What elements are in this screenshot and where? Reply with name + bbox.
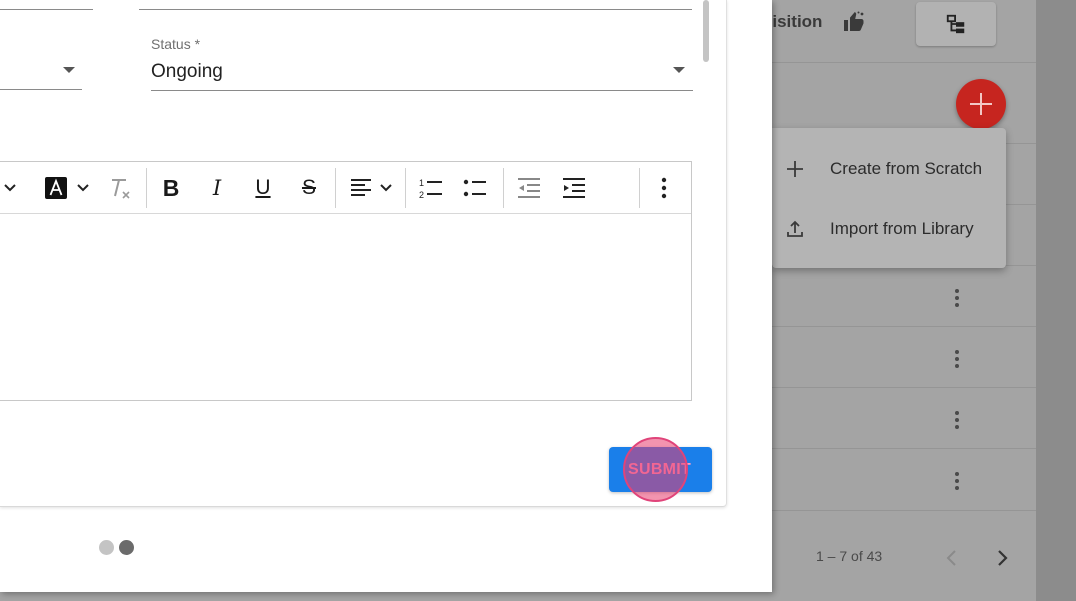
chevron-down-icon bbox=[4, 184, 16, 192]
add-fab-button[interactable] bbox=[956, 79, 1006, 129]
menu-item-label: Import from Library bbox=[830, 219, 974, 238]
plus-icon bbox=[970, 93, 992, 115]
rich-text-editor: B I U S 1 2 bbox=[0, 161, 692, 401]
strikethrough-button[interactable]: S bbox=[295, 174, 323, 202]
bullet-list-button[interactable] bbox=[461, 174, 489, 202]
step-indicator bbox=[99, 540, 134, 555]
step-dot-active[interactable] bbox=[119, 540, 134, 555]
row-more-button[interactable] bbox=[946, 348, 968, 370]
outdent-icon bbox=[518, 178, 540, 198]
step-dot[interactable] bbox=[99, 540, 114, 555]
row-more-button[interactable] bbox=[946, 287, 968, 309]
menu-item-label: Create from Scratch bbox=[830, 159, 983, 178]
bullet-list-icon bbox=[463, 179, 486, 197]
chevron-down-icon bbox=[77, 184, 89, 192]
align-left-icon bbox=[351, 179, 371, 196]
bold-icon: B bbox=[162, 174, 180, 201]
svg-text:1: 1 bbox=[419, 178, 424, 188]
thumbs-up-icon bbox=[844, 11, 864, 31]
indent-icon bbox=[563, 178, 585, 198]
toolbar-separator bbox=[335, 168, 336, 208]
status-value: Ongoing bbox=[151, 61, 223, 82]
plus-icon bbox=[787, 161, 803, 177]
modal-dialog: Status * Ongoing B I U S 1 2 SUBMIT bbox=[0, 0, 772, 592]
submit-button[interactable]: SUBMIT bbox=[609, 447, 712, 492]
caret-down-icon bbox=[63, 67, 75, 73]
toolbar-separator bbox=[639, 168, 640, 208]
editor-toolbar: B I U S 1 2 bbox=[0, 162, 691, 214]
row-more-button[interactable] bbox=[946, 470, 968, 492]
select-field[interactable] bbox=[0, 52, 82, 90]
indent-button[interactable] bbox=[560, 174, 588, 202]
background-divider bbox=[772, 510, 1036, 511]
editor-content-area[interactable] bbox=[0, 214, 691, 400]
underline-icon: U bbox=[255, 176, 271, 199]
form-card: Status * Ongoing B I U S 1 2 SUBMIT bbox=[0, 0, 727, 507]
background-divider bbox=[772, 326, 1036, 327]
align-dropdown[interactable] bbox=[345, 174, 397, 202]
scrollbar-thumb[interactable] bbox=[703, 0, 709, 62]
upload-icon bbox=[787, 220, 803, 237]
italic-icon: I bbox=[212, 176, 222, 200]
clear-format-icon bbox=[112, 179, 130, 199]
toolbar-separator bbox=[146, 168, 147, 208]
row-more-button[interactable] bbox=[946, 409, 968, 431]
background-divider bbox=[772, 387, 1036, 388]
svg-text:2: 2 bbox=[419, 190, 424, 200]
font-size-dropdown[interactable] bbox=[0, 174, 21, 202]
background-side-strip bbox=[1036, 0, 1076, 601]
underline-button[interactable]: U bbox=[249, 174, 277, 202]
strikethrough-icon: S bbox=[301, 176, 316, 199]
chevron-right-icon[interactable] bbox=[990, 546, 1014, 570]
bold-button[interactable]: B bbox=[157, 174, 185, 202]
background-divider bbox=[772, 448, 1036, 449]
more-vert-icon bbox=[661, 177, 667, 199]
pagination-range: 1 – 7 of 43 bbox=[816, 548, 883, 564]
outdent-button[interactable] bbox=[515, 174, 543, 202]
submit-label: SUBMIT bbox=[628, 461, 692, 478]
italic-button[interactable]: I bbox=[203, 174, 231, 202]
add-dropdown-menu: Create from Scratch Import from Library bbox=[772, 128, 1006, 268]
text-field[interactable] bbox=[139, 0, 692, 10]
toolbar-separator bbox=[503, 168, 504, 208]
toolbar-separator bbox=[405, 168, 406, 208]
numbered-list-button[interactable]: 1 2 bbox=[417, 174, 445, 202]
org-chart-button[interactable] bbox=[916, 2, 996, 46]
text-field[interactable] bbox=[0, 0, 93, 10]
status-label: Status * bbox=[151, 36, 201, 52]
more-options-button[interactable] bbox=[652, 174, 676, 202]
text-color-icon bbox=[45, 177, 67, 199]
chevron-left-icon[interactable] bbox=[940, 546, 964, 570]
chevron-down-icon bbox=[380, 184, 392, 192]
menu-item-import-from-library[interactable]: Import from Library bbox=[772, 204, 1006, 254]
background-divider bbox=[772, 62, 1036, 63]
text-color-button[interactable] bbox=[39, 174, 95, 202]
clear-format-button[interactable] bbox=[105, 174, 133, 202]
caret-down-icon bbox=[673, 67, 685, 73]
org-chart-icon bbox=[946, 14, 965, 34]
status-select[interactable]: Status * Ongoing bbox=[151, 34, 693, 91]
numbered-list-icon: 1 2 bbox=[419, 178, 442, 200]
menu-item-create-from-scratch[interactable]: Create from Scratch bbox=[772, 144, 1006, 194]
